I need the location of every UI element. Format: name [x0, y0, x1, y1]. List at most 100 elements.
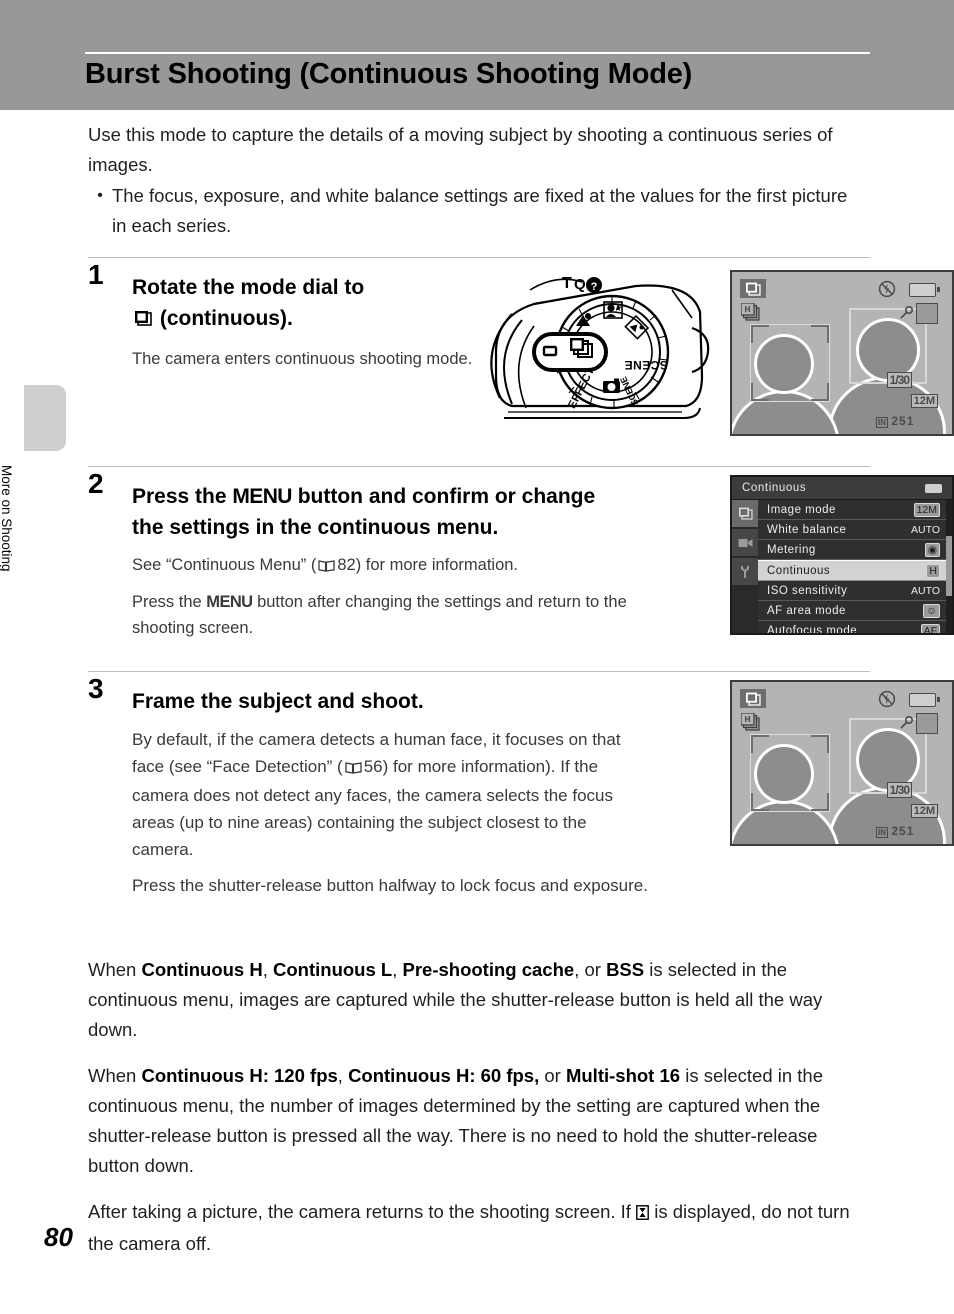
continuous-menu-screen: Continuous Image mode 12M White balance … [730, 475, 954, 635]
memory-indicator: IN 251 [876, 414, 914, 428]
menu-item-label: ISO sensitivity [767, 584, 848, 597]
page-header-bar: Burst Shooting (Continuous Shooting Mode… [0, 0, 954, 110]
note-hourglass: After taking a picture, the camera retur… [88, 1197, 870, 1259]
intro-bullet-text: The focus, exposure, and white balance s… [112, 185, 848, 236]
battery-nub [937, 287, 940, 292]
step-2-inst-pre: Press the [132, 593, 202, 611]
image-size-indicator: 12M [910, 394, 938, 408]
tab-shooting[interactable] [732, 500, 758, 527]
tab-movie[interactable] [732, 529, 758, 556]
svg-text:?: ? [591, 281, 598, 293]
note1-bold1: Continuous H [141, 959, 263, 980]
macro-icon [898, 715, 914, 736]
note1-bold3: Pre-shooting cache [402, 959, 575, 980]
note1-bold4: BSS [606, 959, 645, 980]
note2-bold3: Multi-shot 16 [565, 1065, 681, 1086]
book-reference-icon [345, 755, 362, 782]
menu-item-value: AF [920, 623, 940, 633]
menu-item-autofocus-mode[interactable]: Autofocus mode AF [758, 621, 946, 635]
menu-title: Continuous [742, 482, 807, 494]
step-3-number: 3 [88, 673, 104, 704]
menu-item-label: White balance [767, 523, 847, 536]
flash-off-icon [878, 280, 896, 303]
flash-off-icon [878, 690, 896, 713]
focus-frame-primary [750, 324, 830, 402]
lcd-shooting-screen-step3: H 1/30 12M IN 251 [730, 680, 954, 846]
menu-scrollbar[interactable] [946, 500, 952, 633]
image-size-indicator: 12M [910, 804, 938, 818]
battery-nub [937, 697, 940, 702]
note3-pre: After taking a picture, the camera retur… [88, 1201, 637, 1222]
page-number: 80 [44, 1222, 73, 1252]
step-2: 2 Press the MENU button and confirm or c… [88, 467, 954, 659]
note1-sep2: , [392, 959, 403, 980]
menu-tab-strip [732, 500, 758, 633]
svg-text:Q: Q [574, 276, 586, 293]
shots-remaining: 251 [891, 824, 915, 838]
menu-item-label: Metering [767, 543, 816, 556]
menu-item-value: H [926, 563, 940, 578]
step-1-number: 1 [88, 259, 104, 290]
continuous-h-icon: H [740, 712, 763, 738]
note2-bold2: Continuous H: 60 fps, [348, 1065, 540, 1086]
svg-text:SCENE: SCENE [624, 358, 668, 372]
page-content: Use this mode to capture the details of … [88, 120, 954, 1259]
step-1-title-text-a: Rotate the mode dial to [132, 276, 365, 299]
note1-pre: When [88, 959, 142, 980]
step-2-ref-post: ) for more information. [355, 556, 519, 574]
menu-item-metering[interactable]: Metering ◉ [758, 540, 946, 560]
continuous-h-icon: H [740, 302, 763, 328]
note2-sep1: , [337, 1065, 349, 1086]
hourglass-icon [636, 1199, 649, 1229]
menu-button-label-2: MENU [206, 593, 253, 611]
step-3-body: Frame the subject and shoot. By default,… [132, 686, 652, 899]
menu-item-image-mode[interactable]: Image mode 12M [758, 500, 946, 520]
step-2-title-text-a: Press the [132, 485, 227, 508]
step-1-title-text-b: (continuous). [159, 307, 293, 330]
continuous-mode-icon [740, 689, 766, 708]
menu-button-label: MENU [232, 485, 292, 508]
note-fps-modes: When Continuous H: 120 fps, Continuous H… [88, 1061, 870, 1181]
memory-indicator: IN 251 [876, 824, 914, 838]
step-3-description: By default, if the camera detects a huma… [132, 726, 652, 863]
macro-icon [898, 305, 914, 326]
note-continuous-modes: When Continuous H, Continuous L, Pre-sho… [88, 955, 870, 1045]
menu-item-continuous[interactable]: Continuous H [758, 560, 951, 581]
step-2-instruction: Press the MENU button after changing the… [132, 589, 632, 641]
bullet-dot-icon: • [97, 187, 103, 204]
menu-item-af-area-mode[interactable]: AF area mode ☺ [758, 601, 946, 621]
continuous-mode-icon [132, 306, 154, 337]
menu-item-white-balance[interactable]: White balance AUTO [758, 520, 946, 540]
menu-item-iso-sensitivity[interactable]: ISO sensitivity AUTO [758, 581, 946, 601]
battery-icon [909, 283, 936, 297]
step-1: 1 Rotate the mode dial to (continuous). … [88, 258, 954, 454]
menu-item-value: ◉ [924, 542, 940, 557]
intro-paragraph: Use this mode to capture the details of … [88, 124, 833, 175]
step-2-ref-page: 82 [337, 556, 356, 574]
note1-sep3: , or [574, 959, 607, 980]
page-title: Burst Shooting (Continuous Shooting Mode… [85, 58, 693, 90]
menu-title-bar: Continuous [732, 477, 952, 500]
shutter-speed-indicator: 1/30 [886, 372, 912, 388]
step-2-reference: See “Continuous Menu” ( 82) for more inf… [132, 552, 632, 580]
menu-item-label: Image mode [767, 503, 836, 516]
svg-text:H: H [745, 715, 751, 724]
note1-sep1: , [262, 959, 274, 980]
step-3-shutter-note: Press the shutter-release button halfway… [132, 876, 648, 895]
shutter-speed-indicator: 1/30 [886, 782, 912, 798]
focus-frame-primary [750, 734, 830, 812]
menu-item-value: ☺ [923, 603, 940, 618]
section-tab-label: More on Shooting [0, 465, 14, 572]
header-rule [85, 52, 870, 54]
shots-remaining: 251 [891, 414, 915, 428]
tab-setup[interactable] [732, 558, 758, 585]
svg-text:T: T [562, 275, 572, 292]
menu-item-label: Autofocus mode [767, 624, 858, 635]
vibration-reduction-icon [916, 303, 938, 324]
menu-scrollbar-thumb[interactable] [946, 536, 952, 596]
step-2-number: 2 [88, 468, 104, 499]
memory-label: IN [876, 417, 888, 428]
menu-item-value: AUTO [911, 523, 940, 536]
step-2-ref-pre: See “Continuous Menu” ( [132, 556, 317, 574]
note2-pre: When [88, 1065, 142, 1086]
